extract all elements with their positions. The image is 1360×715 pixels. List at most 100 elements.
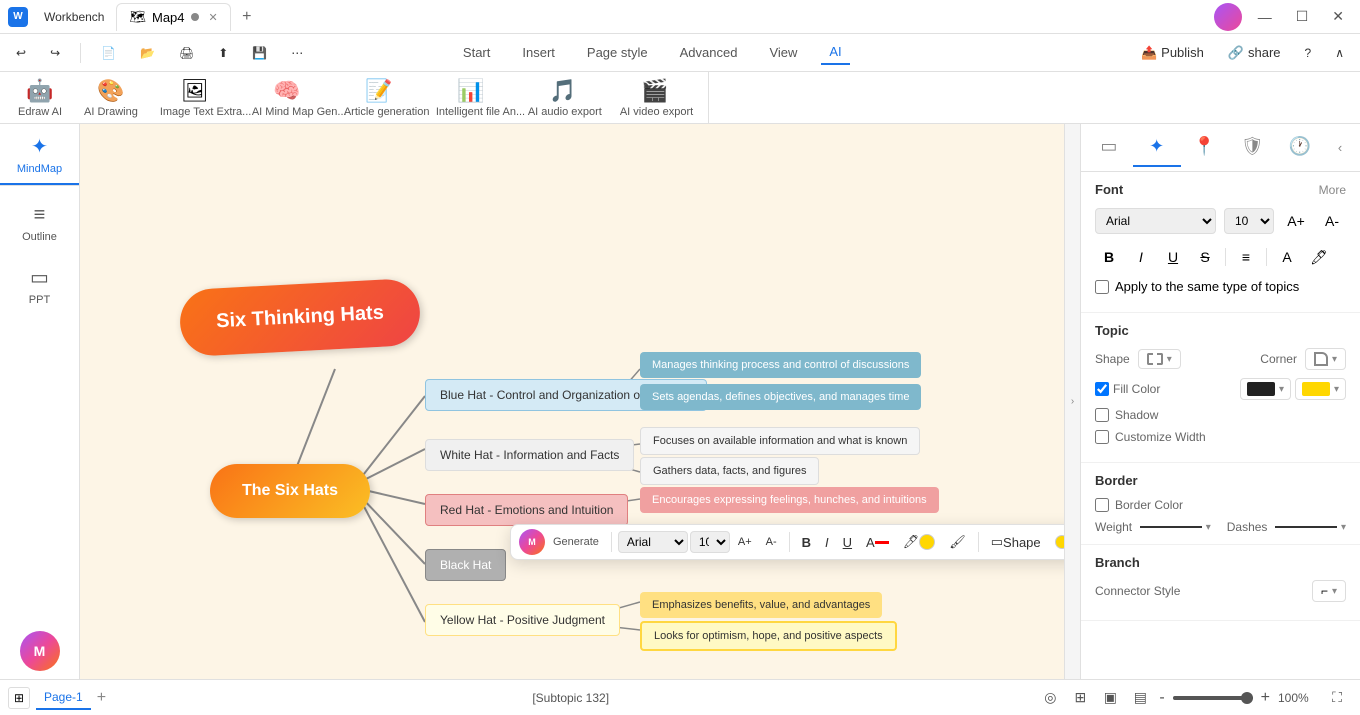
minimize-btn[interactable]: —	[1250, 5, 1280, 29]
save-btn[interactable]: 💾	[244, 42, 275, 64]
sub-white-1[interactable]: Focuses on available information and wha…	[640, 427, 920, 455]
ft-decrease-font-btn[interactable]: A-	[760, 532, 783, 552]
rp-tab-shape[interactable]: ▭	[1085, 128, 1133, 167]
ft-fill-btn[interactable]: Fill	[1049, 531, 1064, 554]
corner-select-btn[interactable]: ▾	[1305, 348, 1346, 370]
underline-btn[interactable]: U	[1159, 243, 1187, 271]
connector-style-btn[interactable]: ⌐ ▾	[1312, 580, 1346, 602]
fit-btn[interactable]: ◎	[1039, 687, 1061, 709]
font-size-select[interactable]: 10	[1224, 208, 1274, 234]
ft-highlight-btn[interactable]: 🖊	[897, 530, 942, 554]
ft-increase-font-btn[interactable]: A+	[732, 532, 758, 552]
rp-collapse-btn[interactable]: ‹	[1324, 132, 1356, 164]
menu-start[interactable]: Start	[455, 41, 498, 64]
rp-tab-ai[interactable]: ✦	[1133, 128, 1181, 167]
ft-size-select[interactable]: 10	[690, 531, 730, 553]
mindmap-tab[interactable]: ✦ MindMap	[0, 124, 79, 185]
tab-close-btn[interactable]: ✕	[209, 11, 218, 24]
strikethrough-btn[interactable]: S	[1191, 243, 1219, 271]
help-btn[interactable]: ?	[1297, 42, 1320, 64]
fill-color-yellow-btn[interactable]: ▾	[1295, 378, 1346, 400]
maximize-btn[interactable]: ☐	[1288, 4, 1317, 29]
collapse-ribbon-btn[interactable]: ∧	[1327, 42, 1352, 64]
menu-view[interactable]: View	[761, 41, 805, 64]
weight-arrow[interactable]: ▾	[1206, 522, 1211, 533]
add-page-btn[interactable]: +	[97, 689, 106, 707]
zoom-minus-btn[interactable]: -	[1159, 689, 1164, 707]
shape-select-btn[interactable]: ▾	[1138, 349, 1181, 369]
ppt-tab[interactable]: ▭ PPT	[4, 255, 75, 314]
shadow-checkbox[interactable]	[1095, 408, 1109, 422]
intelligent-file-btn[interactable]: 📊 Intelligent file An...	[426, 74, 516, 122]
ft-color-btn[interactable]: A	[860, 531, 895, 554]
fullscreen-btn[interactable]: ⛶	[1326, 687, 1348, 709]
share-btn[interactable]: 🔗 share	[1220, 41, 1289, 65]
new-tab-btn[interactable]: +	[235, 5, 259, 29]
workbench-btn[interactable]: Workbench	[36, 6, 112, 28]
title-node[interactable]: Six Thinking Hats	[178, 278, 421, 357]
sub-red-1[interactable]: Encourages expressing feelings, hunches,…	[640, 487, 939, 513]
sub-blue-2[interactable]: Sets agendas, defines objectives, and ma…	[640, 384, 921, 410]
new-btn[interactable]: 📄	[93, 42, 124, 64]
panel-collapse-handle[interactable]: ›	[1064, 124, 1080, 679]
font-section-more[interactable]: More	[1319, 183, 1346, 197]
print-btn[interactable]: 🖨	[171, 42, 202, 64]
fill-color-checkbox[interactable]	[1095, 382, 1109, 396]
publish-btn[interactable]: 📤 Publish	[1133, 41, 1212, 65]
branch-white[interactable]: White Hat - Information and Facts	[425, 439, 634, 471]
align-btn[interactable]: ≡	[1232, 243, 1260, 271]
ft-generate-btn[interactable]: Generate	[547, 532, 605, 552]
sub-blue-1[interactable]: Manages thinking process and control of …	[640, 352, 921, 378]
zoom-plus-btn[interactable]: +	[1261, 689, 1270, 707]
page-1-tab[interactable]: Page-1	[36, 686, 91, 710]
branch-yellow[interactable]: Yellow Hat - Positive Judgment	[425, 604, 620, 636]
map4-tab[interactable]: 🗺 Map4 ✕	[116, 3, 230, 31]
menu-insert[interactable]: Insert	[514, 41, 563, 64]
menu-ai[interactable]: AI	[821, 40, 849, 65]
ai-mind-map-btn[interactable]: 🧠 AI Mind Map Gen...	[242, 74, 332, 122]
grid-btn[interactable]: ⊞	[1069, 687, 1091, 709]
ft-italic-btn[interactable]: I	[819, 531, 835, 554]
edraw-ai-btn[interactable]: 🤖 Edraw AI	[8, 74, 72, 122]
text-color-btn[interactable]: A	[1273, 243, 1301, 271]
open-btn[interactable]: 📂	[132, 42, 163, 64]
sub-white-2[interactable]: Gathers data, facts, and figures	[640, 457, 819, 485]
dashes-arrow[interactable]: ▾	[1341, 522, 1346, 533]
apply-same-checkbox[interactable]	[1095, 280, 1109, 294]
layout-btn[interactable]: ▣	[1099, 687, 1121, 709]
rp-tab-shield[interactable]: 🛡	[1228, 128, 1276, 167]
sub-yellow-2[interactable]: Looks for optimism, hope, and positive a…	[640, 621, 897, 651]
menu-advanced[interactable]: Advanced	[672, 41, 746, 64]
border-color-checkbox[interactable]	[1095, 498, 1109, 512]
zoom-slider[interactable]	[1173, 696, 1253, 700]
redo-btn[interactable]: ↪	[42, 42, 68, 64]
rp-tab-clock[interactable]: 🕐	[1276, 128, 1324, 167]
font-family-select[interactable]: Arial	[1095, 208, 1216, 234]
ft-font-select[interactable]: Arial	[618, 531, 688, 553]
branch-red[interactable]: Red Hat - Emotions and Intuition	[425, 494, 628, 526]
ft-underline-btn[interactable]: U	[837, 531, 858, 554]
ai-video-btn[interactable]: 🎬 AI video export	[610, 74, 700, 122]
increase-font-btn[interactable]: A+	[1282, 207, 1310, 235]
outline-tab[interactable]: ≡ Outline	[4, 194, 75, 251]
italic-btn[interactable]: I	[1127, 243, 1155, 271]
menu-page-style[interactable]: Page style	[579, 41, 656, 64]
customize-width-checkbox[interactable]	[1095, 430, 1109, 444]
undo-btn[interactable]: ↩	[8, 42, 34, 64]
image-text-btn[interactable]: 🖼 Image Text Extra...	[150, 74, 240, 122]
more-tools-btn[interactable]: ⋯	[283, 42, 311, 64]
central-node[interactable]: The Six Hats	[210, 464, 370, 518]
user-avatar[interactable]	[1214, 3, 1242, 31]
ft-shape-btn[interactable]: ▭ Shape	[985, 530, 1047, 554]
ai-audio-btn[interactable]: 🎵 AI audio export	[518, 74, 608, 122]
article-gen-btn[interactable]: 📝 Article generation	[334, 74, 424, 122]
fill-color-dark-btn[interactable]: ▾	[1240, 378, 1291, 400]
ai-drawing-btn[interactable]: 🎨 AI Drawing	[74, 74, 148, 122]
ft-bold-btn[interactable]: B	[796, 531, 817, 554]
export-btn[interactable]: ⬆	[210, 42, 236, 64]
close-btn[interactable]: ✕	[1324, 4, 1352, 29]
decrease-font-btn[interactable]: A-	[1318, 207, 1346, 235]
ft-brush-btn[interactable]: 🖌	[943, 530, 972, 554]
rp-tab-location[interactable]: 📍	[1181, 128, 1229, 167]
expand-pages-btn[interactable]: ⊞	[8, 687, 30, 709]
